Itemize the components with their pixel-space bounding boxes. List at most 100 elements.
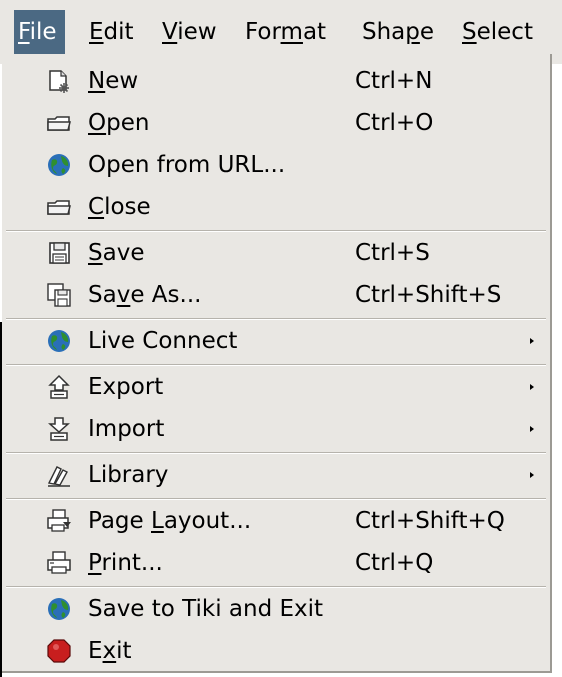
menu-item-export-label: Export bbox=[88, 366, 163, 408]
menu-item-page-layout[interactable]: Page Layout... Ctrl+Shift+Q bbox=[2, 500, 548, 542]
menu-item-exit[interactable]: Exit bbox=[2, 630, 548, 672]
submenu-arrow-icon bbox=[530, 472, 534, 478]
menu-view-mnemonic: V bbox=[162, 19, 178, 45]
menu-edit[interactable]: Edit bbox=[89, 14, 134, 50]
menu-item-print-mnemonic: P bbox=[88, 550, 102, 576]
menu-file-post: ile bbox=[29, 19, 57, 45]
menu-item-export[interactable]: Export bbox=[2, 366, 548, 408]
globe-icon bbox=[46, 328, 72, 354]
menu-item-library-text: Library bbox=[88, 462, 169, 488]
menu-item-save-to-tiki-and-exit[interactable]: Save to Tiki and Exit bbox=[2, 588, 548, 630]
menu-item-save-as[interactable]: Save As... Ctrl+Shift+S bbox=[2, 274, 548, 316]
menu-file-mnemonic: F bbox=[18, 19, 30, 45]
printer-icon bbox=[46, 550, 72, 576]
menu-item-save-post: ave bbox=[102, 240, 145, 266]
menu-item-save-to-tiki-text: Save to Tiki and Exit bbox=[88, 596, 324, 622]
menu-format-mnemonic: m bbox=[280, 19, 303, 45]
menu-select[interactable]: Select bbox=[462, 14, 533, 50]
menu-format-post: at bbox=[302, 19, 327, 45]
menu-item-new-label: New bbox=[88, 60, 138, 102]
menu-item-save-label: Save bbox=[88, 232, 144, 274]
export-icon bbox=[46, 374, 72, 400]
menu-format-pre: For bbox=[245, 19, 281, 45]
menu-item-library[interactable]: Library bbox=[2, 454, 548, 496]
menu-item-print[interactable]: Print... Ctrl+Q bbox=[2, 542, 548, 584]
menu-item-print-label: Print... bbox=[88, 542, 163, 584]
library-icon bbox=[46, 462, 72, 488]
menu-item-page-layout-post: ayout... bbox=[163, 508, 252, 534]
menu-item-live-connect[interactable]: Live Connect bbox=[2, 320, 548, 362]
floppy-multi-icon bbox=[46, 282, 72, 308]
menu-shape[interactable]: Shape bbox=[362, 14, 434, 50]
menu-item-exit-mnemonic: x bbox=[102, 638, 117, 664]
menu-item-print-shortcut: Ctrl+Q bbox=[355, 550, 434, 576]
menu-item-new-mnemonic: N bbox=[88, 68, 106, 94]
menu-item-open-from-url[interactable]: Open from URL... bbox=[2, 144, 548, 186]
menu-item-new-post: ew bbox=[105, 68, 139, 94]
menu-shape-pre: Sha bbox=[362, 19, 406, 45]
menu-item-exit-post: it bbox=[116, 638, 132, 664]
import-icon bbox=[46, 416, 72, 442]
menu-item-open-post: pen bbox=[106, 110, 150, 136]
globe-icon bbox=[46, 596, 72, 622]
window-edge bbox=[0, 322, 2, 677]
menu-item-exit-label: Exit bbox=[88, 630, 132, 672]
menu-file[interactable]: File bbox=[14, 10, 65, 54]
menu-shape-mnemonic: p bbox=[405, 19, 420, 45]
menu-select-mnemonic: S bbox=[462, 19, 477, 45]
menu-item-close[interactable]: Close bbox=[2, 186, 548, 228]
menu-item-library-label: Library bbox=[88, 454, 168, 496]
menu-item-import-label: Import bbox=[88, 408, 164, 450]
menu-item-open-mnemonic: O bbox=[88, 110, 107, 136]
floppy-icon bbox=[46, 240, 72, 266]
menu-item-close-mnemonic: C bbox=[88, 194, 105, 220]
menu-item-exit-pre: E bbox=[88, 638, 103, 664]
menu-edit-post: dit bbox=[103, 19, 134, 45]
menu-item-save-shortcut: Ctrl+S bbox=[355, 240, 430, 266]
globe-icon bbox=[46, 152, 72, 178]
menu-item-save-as-mnemonic: v bbox=[116, 282, 131, 308]
menu-item-save-to-tiki-label: Save to Tiki and Exit bbox=[88, 588, 323, 630]
menu-item-import[interactable]: Import bbox=[2, 408, 548, 450]
menu-item-page-layout-shortcut: Ctrl+Shift+Q bbox=[355, 508, 505, 534]
menu-item-save-as-pre: Sa bbox=[88, 282, 117, 308]
page-layout-icon bbox=[46, 508, 72, 534]
menu-item-print-post: rint... bbox=[101, 550, 163, 576]
menu-item-open-shortcut: Ctrl+O bbox=[355, 110, 434, 136]
new-file-icon bbox=[46, 68, 72, 94]
menu-item-live-connect-label: Live Connect bbox=[88, 320, 237, 362]
menu-item-new-shortcut: Ctrl+N bbox=[355, 68, 433, 94]
menu-item-save-mnemonic: S bbox=[88, 240, 103, 266]
menu-item-live-connect-text: Live Connect bbox=[88, 328, 238, 354]
folder-icon bbox=[46, 194, 72, 220]
menu-item-import-text: Import bbox=[88, 416, 165, 442]
menu-item-save-as-label: Save As... bbox=[88, 274, 201, 316]
menu-item-open-from-url-text: Open from URL... bbox=[88, 152, 286, 178]
menu-item-export-text: Export bbox=[88, 374, 164, 400]
menu-item-new[interactable]: New Ctrl+N bbox=[2, 60, 548, 102]
menu-item-close-post: lose bbox=[104, 194, 151, 220]
menu-item-page-layout-mnemonic: L bbox=[151, 508, 164, 534]
stop-icon bbox=[46, 638, 72, 664]
menu-item-open-label: Open bbox=[88, 102, 149, 144]
menu-item-save[interactable]: Save Ctrl+S bbox=[2, 232, 548, 274]
menu-item-page-layout-pre: Page bbox=[88, 508, 151, 534]
menu-item-open-from-url-label: Open from URL... bbox=[88, 144, 285, 186]
submenu-arrow-icon bbox=[530, 384, 534, 390]
submenu-arrow-icon bbox=[530, 338, 534, 344]
submenu-arrow-icon bbox=[530, 426, 534, 432]
menu-edit-mnemonic: E bbox=[89, 19, 104, 45]
folder-icon bbox=[46, 110, 72, 136]
screen: File Edit View Format Shape Select New C… bbox=[0, 0, 562, 677]
menu-item-close-label: Close bbox=[88, 186, 151, 228]
menu-item-page-layout-label: Page Layout... bbox=[88, 500, 251, 542]
menu-item-open[interactable]: Open Ctrl+O bbox=[2, 102, 548, 144]
menu-shape-post: e bbox=[419, 19, 435, 45]
menu-view-post: iew bbox=[177, 19, 217, 45]
menu-item-save-as-post: e As... bbox=[130, 282, 202, 308]
menu-view[interactable]: View bbox=[162, 14, 217, 50]
file-menu-dropdown: New Ctrl+N Open Ctrl+O Open from URL... … bbox=[2, 54, 552, 673]
menu-item-save-as-shortcut: Ctrl+Shift+S bbox=[355, 282, 502, 308]
menu-select-post: elect bbox=[476, 19, 533, 45]
menu-format[interactable]: Format bbox=[245, 14, 326, 50]
